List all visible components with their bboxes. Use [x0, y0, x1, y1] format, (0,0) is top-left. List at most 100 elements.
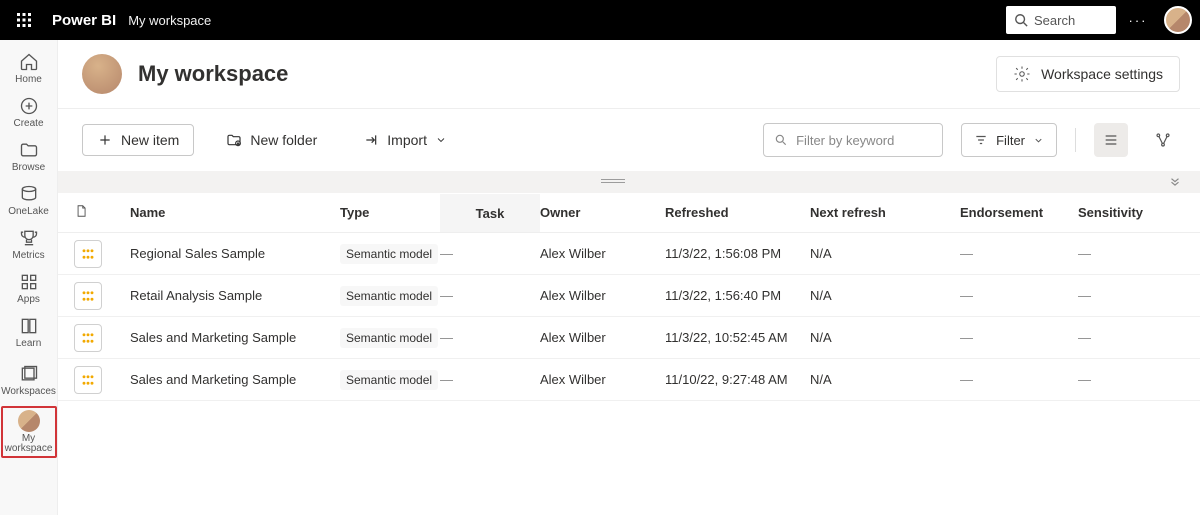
- user-avatar[interactable]: [1164, 6, 1192, 34]
- collapse-chevrons-icon[interactable]: [1168, 174, 1182, 191]
- brand-label: Power BI: [52, 12, 116, 29]
- search-placeholder: Search: [1034, 13, 1075, 28]
- nav-metrics[interactable]: Metrics: [3, 222, 55, 266]
- nav-onelake[interactable]: OneLake: [3, 178, 55, 222]
- cell-task: —: [440, 288, 540, 303]
- col-endorsement[interactable]: Endorsement: [960, 205, 1078, 220]
- app-launcher-button[interactable]: [8, 4, 40, 36]
- chevron-down-icon: [435, 134, 447, 146]
- cell-next-refresh: N/A: [810, 288, 960, 303]
- search-input[interactable]: Search: [1006, 6, 1116, 34]
- cell-endorsement: —: [960, 246, 1078, 261]
- workspace-settings-label: Workspace settings: [1041, 66, 1163, 82]
- cell-endorsement: —: [960, 330, 1078, 345]
- chevron-down-icon: [1033, 135, 1044, 146]
- plus-circle-icon: [19, 96, 39, 116]
- more-options-button[interactable]: ···: [1120, 2, 1156, 38]
- table-row[interactable]: Sales and Marketing Sample Semantic mode…: [58, 359, 1200, 401]
- cell-sensitivity: —: [1078, 288, 1168, 303]
- col-type[interactable]: Type: [340, 205, 440, 220]
- cell-next-refresh: N/A: [810, 330, 960, 345]
- cell-owner: Alex Wilber: [540, 246, 665, 261]
- nav-metrics-label: Metrics: [12, 250, 44, 261]
- resize-bar[interactable]: [58, 171, 1200, 193]
- nav-workspaces[interactable]: Workspaces: [3, 354, 55, 406]
- col-task[interactable]: Task: [440, 194, 540, 232]
- col-next-refresh[interactable]: Next refresh: [810, 205, 960, 220]
- nav-onelake-label: OneLake: [8, 206, 49, 217]
- apps-icon: [19, 272, 39, 292]
- nav-my-workspace[interactable]: My workspace: [1, 406, 57, 458]
- cell-type: Semantic model: [340, 286, 440, 306]
- cell-task: —: [440, 246, 540, 261]
- filter-label: Filter: [996, 133, 1025, 148]
- new-item-label: New item: [121, 132, 179, 148]
- plus-icon: [97, 132, 113, 148]
- new-folder-button[interactable]: New folder: [212, 125, 331, 155]
- filter-keyword-input[interactable]: Filter by keyword: [763, 123, 943, 157]
- nav-browse[interactable]: Browse: [3, 134, 55, 178]
- page-title: My workspace: [138, 61, 288, 87]
- file-icon: [74, 204, 88, 218]
- table-row[interactable]: Regional Sales Sample Semantic model — A…: [58, 233, 1200, 275]
- nav-home[interactable]: Home: [3, 46, 55, 90]
- cell-sensitivity: —: [1078, 372, 1168, 387]
- cell-sensitivity: —: [1078, 246, 1168, 261]
- workspaces-icon: [19, 364, 39, 384]
- nav-create[interactable]: Create: [3, 90, 55, 134]
- semantic-model-icon: [74, 366, 102, 394]
- filter-icon: [974, 133, 988, 147]
- cell-name[interactable]: Sales and Marketing Sample: [130, 330, 340, 345]
- col-icon[interactable]: [74, 204, 130, 221]
- lineage-view-button[interactable]: [1146, 123, 1180, 157]
- cell-task: —: [440, 330, 540, 345]
- semantic-model-icon: [74, 324, 102, 352]
- col-name[interactable]: Name: [130, 205, 340, 220]
- cell-name[interactable]: Sales and Marketing Sample: [130, 372, 340, 387]
- list-icon: [1103, 132, 1119, 148]
- col-owner[interactable]: Owner: [540, 205, 665, 220]
- nav-apps[interactable]: Apps: [3, 266, 55, 310]
- home-icon: [19, 52, 39, 72]
- col-sensitivity[interactable]: Sensitivity: [1078, 205, 1168, 220]
- trophy-icon: [19, 228, 39, 248]
- ellipsis-icon: ···: [1129, 13, 1148, 28]
- nav-learn-label: Learn: [16, 338, 42, 349]
- list-view-button[interactable]: [1094, 123, 1128, 157]
- nav-home-label: Home: [15, 74, 42, 85]
- cell-name[interactable]: Regional Sales Sample: [130, 246, 340, 261]
- cell-refreshed: 11/3/22, 10:52:45 AM: [665, 330, 810, 345]
- my-workspace-avatar-icon: [18, 410, 40, 432]
- nav-my-workspace-label: My workspace: [3, 434, 55, 454]
- cell-type: Semantic model: [340, 244, 440, 264]
- cell-owner: Alex Wilber: [540, 288, 665, 303]
- cell-refreshed: 11/3/22, 1:56:40 PM: [665, 288, 810, 303]
- table-row[interactable]: Retail Analysis Sample Semantic model — …: [58, 275, 1200, 317]
- cell-endorsement: —: [960, 288, 1078, 303]
- content-table: Name Type Task Owner Refreshed Next refr…: [58, 193, 1200, 401]
- nav-apps-label: Apps: [17, 294, 40, 305]
- cell-type: Semantic model: [340, 328, 440, 348]
- cell-name[interactable]: Retail Analysis Sample: [130, 288, 340, 303]
- onelake-icon: [19, 184, 39, 204]
- filter-button[interactable]: Filter: [961, 123, 1057, 157]
- new-folder-label: New folder: [250, 132, 317, 148]
- workspace-settings-button[interactable]: Workspace settings: [996, 56, 1180, 92]
- col-refreshed[interactable]: Refreshed: [665, 205, 810, 220]
- nav-browse-label: Browse: [12, 162, 45, 173]
- semantic-model-icon: [74, 240, 102, 268]
- nav-workspaces-label: Workspaces: [1, 386, 56, 397]
- folder-plus-icon: [226, 132, 242, 148]
- cell-refreshed: 11/3/22, 1:56:08 PM: [665, 246, 810, 261]
- table-row[interactable]: Sales and Marketing Sample Semantic mode…: [58, 317, 1200, 359]
- cell-next-refresh: N/A: [810, 372, 960, 387]
- breadcrumb[interactable]: My workspace: [128, 13, 211, 28]
- cell-next-refresh: N/A: [810, 246, 960, 261]
- import-button[interactable]: Import: [349, 125, 461, 155]
- new-item-button[interactable]: New item: [82, 124, 194, 156]
- import-label: Import: [387, 132, 427, 148]
- semantic-model-icon: [74, 282, 102, 310]
- nav-learn[interactable]: Learn: [3, 310, 55, 354]
- gear-icon: [1013, 65, 1031, 83]
- cell-sensitivity: —: [1078, 330, 1168, 345]
